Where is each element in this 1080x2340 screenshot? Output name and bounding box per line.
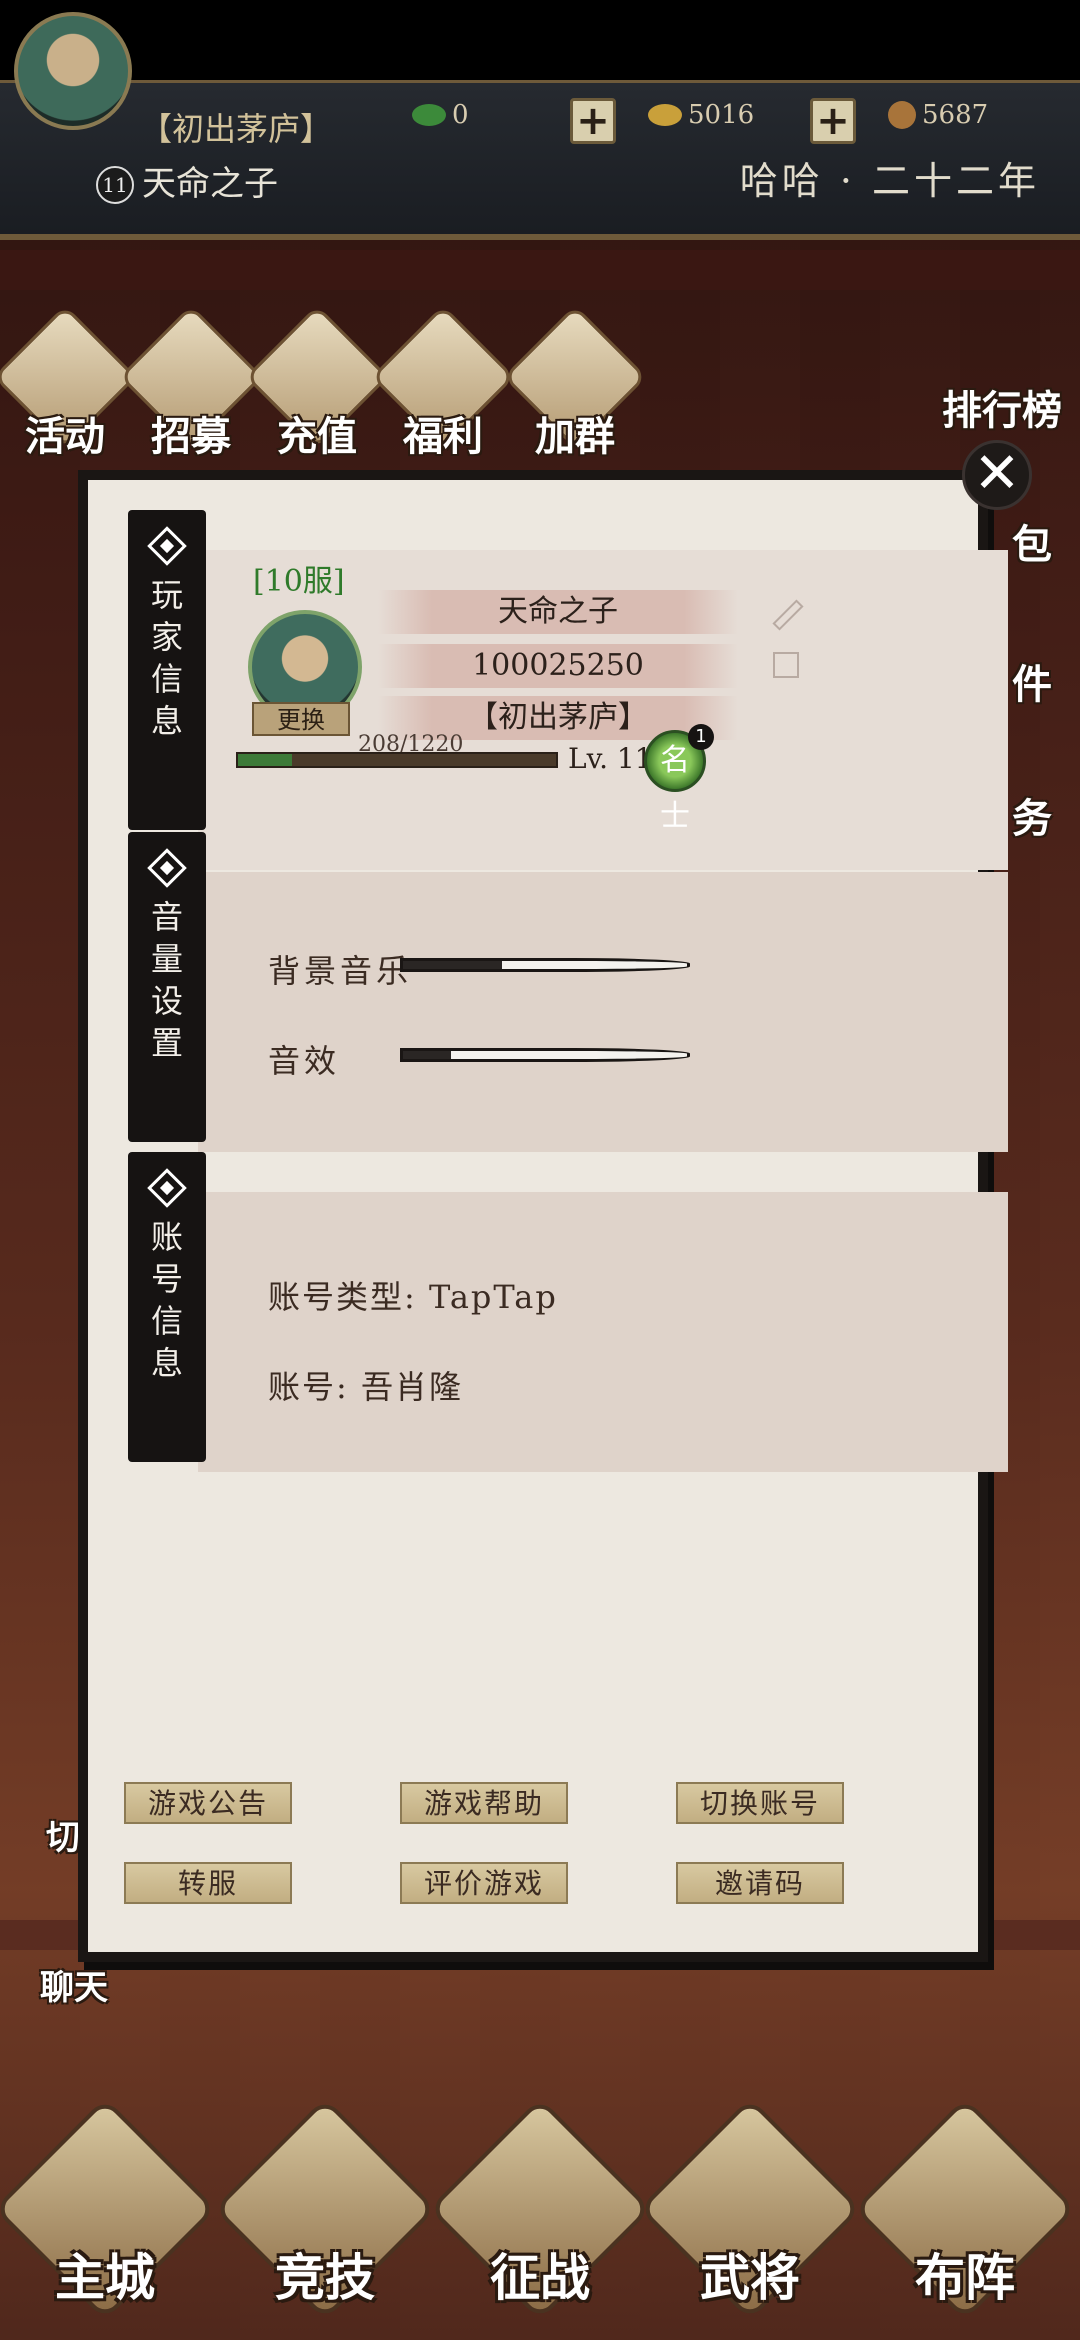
tab-char: 号 <box>150 1260 183 1298</box>
diamond-icon <box>147 1168 187 1208</box>
music-slider-fill <box>403 961 503 969</box>
rank-badge-count: 1 <box>688 724 714 750</box>
feature-recruit-label: 招募 <box>151 414 231 460</box>
tab-char: 息 <box>150 1344 183 1382</box>
jade-amount: 0 <box>452 100 469 130</box>
player-level: Lv. 11 <box>568 742 653 775</box>
change-avatar-button[interactable]: 更换 <box>252 702 350 736</box>
player-title-hud: 【初出茅庐】 <box>140 110 333 148</box>
gold-resource: 5016 <box>648 100 754 130</box>
nav-arena[interactable]: 竞技 <box>213 2097 437 2330</box>
diamond-icon <box>147 526 187 566</box>
player-level-badge: 11 <box>96 166 134 204</box>
tab-char: 息 <box>150 702 183 740</box>
feature-recharge-label: 充值 <box>277 414 357 460</box>
game-announcement-button[interactable]: 游戏公告 <box>124 1782 292 1824</box>
player-name-hud: 天命之子 <box>142 164 278 204</box>
player-id-field: 100025250 <box>378 644 738 688</box>
gold-amount: 5016 <box>688 100 755 130</box>
feature-welfare-label: 福利 <box>403 414 483 460</box>
roof-beam <box>0 250 1080 290</box>
music-label: 背景音乐 <box>268 952 413 990</box>
player-info-tab: 玩 家 信 息 <box>128 510 206 830</box>
account-tab: 账 号 信 息 <box>128 1152 206 1462</box>
tab-char: 音 <box>150 898 183 936</box>
exp-bar <box>236 752 558 768</box>
tab-char: 量 <box>150 940 183 978</box>
copy-id-icon[interactable] <box>773 652 799 678</box>
feature-recruit[interactable]: 招募 <box>118 304 264 462</box>
jade-resource: 0 <box>412 100 469 130</box>
music-slider[interactable] <box>400 958 690 972</box>
nav-city-label: 主城 <box>55 2249 155 2307</box>
task-button-partial[interactable]: 务 <box>1012 786 1052 844</box>
nav-formation-label: 布阵 <box>915 2249 1015 2307</box>
tab-char: 信 <box>150 660 183 698</box>
mail-button-partial[interactable]: 件 <box>1012 652 1052 710</box>
sfx-label: 音效 <box>268 1042 341 1080</box>
nav-arena-label: 竞技 <box>275 2249 375 2307</box>
game-help-button[interactable]: 游戏帮助 <box>400 1782 568 1824</box>
transfer-server-button[interactable]: 转服 <box>124 1862 292 1904</box>
pack-button-partial[interactable]: 包 <box>1012 512 1052 570</box>
feature-activity-label: 活动 <box>25 414 105 460</box>
tab-char: 信 <box>150 1302 183 1340</box>
sfx-slider[interactable] <box>400 1048 690 1062</box>
server-label: [10服] <box>253 564 345 599</box>
feature-join-group-label: 加群 <box>535 414 615 460</box>
nav-city[interactable]: 主城 <box>0 2097 217 2330</box>
jade-icon <box>412 104 446 126</box>
settings-modal: 玩 家 信 息 [10服] 更换 天命之子 100025250 【初出茅庐】 2… <box>78 470 1008 1962</box>
add-jade-button[interactable]: + <box>570 98 616 144</box>
close-button[interactable]: ✕ <box>962 440 1032 510</box>
copper-amount: 5687 <box>922 100 989 130</box>
rate-game-button[interactable]: 评价游戏 <box>400 1862 568 1904</box>
chat-button[interactable]: 聊天 <box>40 1960 108 2009</box>
account-type: 账号类型: TapTap <box>268 1278 558 1316</box>
gold-ingot-icon <box>648 104 682 126</box>
switch-button-partial[interactable]: 切 <box>46 1810 80 1859</box>
nav-generals-label: 武将 <box>700 2249 800 2307</box>
add-gold-button[interactable]: + <box>810 98 856 144</box>
ranking-button[interactable]: 排行榜 <box>942 378 1062 436</box>
diamond-icon <box>147 848 187 888</box>
exp-bar-fill <box>238 754 293 766</box>
tab-char: 账 <box>150 1218 183 1256</box>
nav-campaign-label: 征战 <box>490 2249 590 2307</box>
player-avatar-hud[interactable] <box>14 12 132 130</box>
invite-code-button[interactable]: 邀请码 <box>676 1862 844 1904</box>
nav-generals[interactable]: 武将 <box>638 2097 862 2330</box>
tab-char: 置 <box>150 1024 183 1062</box>
era-label: 哈哈 · 二十二年 <box>739 159 1040 203</box>
coin-icon <box>888 101 916 129</box>
account-name: 账号: 吾肖隆 <box>268 1368 463 1406</box>
tab-char: 家 <box>150 618 183 656</box>
player-name-field: 天命之子 <box>378 590 738 634</box>
feature-join-group[interactable]: 加群 <box>502 304 648 462</box>
volume-tab: 音 量 设 置 <box>128 832 206 1142</box>
sfx-slider-fill <box>403 1051 452 1059</box>
volume-section <box>198 872 1008 1152</box>
account-section <box>198 1192 1008 1472</box>
feature-recharge[interactable]: 充值 <box>244 304 390 462</box>
feature-welfare[interactable]: 福利 <box>370 304 516 462</box>
nav-formation[interactable]: 布阵 <box>853 2097 1077 2330</box>
copper-resource: 5687 <box>888 100 988 130</box>
tab-char: 设 <box>150 982 183 1020</box>
switch-account-button[interactable]: 切换账号 <box>676 1782 844 1824</box>
feature-activity[interactable]: 活动 <box>0 304 138 462</box>
tab-char: 玩 <box>150 576 183 614</box>
nav-campaign[interactable]: 征战 <box>428 2097 652 2330</box>
